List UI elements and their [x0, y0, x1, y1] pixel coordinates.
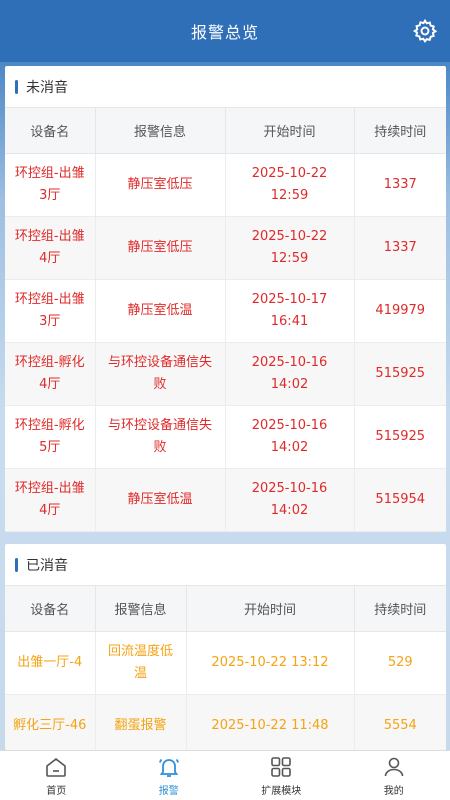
section-header: 未消音 [5, 66, 446, 108]
cell-start: 2025-10-22 13:12 [186, 631, 355, 695]
cell-start: 2025-10-16 14:02 [225, 468, 355, 532]
cell-start: 2025-10-17 16:41 [225, 279, 355, 343]
table-row[interactable]: 环控组-出雏3厅 静压室低压 2025-10-22 12:59 1337 [5, 153, 446, 217]
silenced-alarm-table: 设备名 报警信息 开始时间 持续时间 出雏一厅-4 回流温度低温 2025-10… [5, 586, 446, 750]
cell-info: 静压室低压 [95, 216, 226, 280]
cell-duration: 419979 [354, 279, 446, 343]
column-header-start: 开始时间 [225, 108, 355, 154]
silenced-alarm-card: 已消音 设备名 报警信息 开始时间 持续时间 出雏一厅-4 回流温度低温 202… [5, 544, 446, 750]
table-row[interactable]: 环控组-孵化4厅 与环控设备通信失败 2025-10-16 14:02 5159… [5, 342, 446, 406]
home-icon [46, 757, 67, 777]
unsilenced-alarm-table: 设备名 报警信息 开始时间 持续时间 环控组-出雏3厅 静压室低压 2025-1… [5, 108, 446, 532]
cell-start: 2025-10-22 11:48 [186, 694, 355, 750]
cell-duration: 515954 [354, 468, 446, 532]
table-row[interactable]: 出雏一厅-4 回流温度低温 2025-10-22 13:12 529 [5, 631, 446, 695]
column-header-duration: 持续时间 [354, 586, 446, 632]
cell-device: 环控组-孵化4厅 [5, 342, 96, 406]
cell-info: 静压室低温 [95, 279, 226, 343]
section-title: 已消音 [26, 557, 68, 574]
bottom-tab-bar: 首页 报警 扩展模块 我的 [0, 750, 450, 800]
gear-icon[interactable] [412, 18, 438, 44]
bell-icon [158, 758, 179, 777]
table-row[interactable]: 环控组-出雏4厅 静压室低压 2025-10-22 12:59 1337 [5, 216, 446, 280]
cell-duration: 529 [354, 631, 446, 695]
column-header-start: 开始时间 [186, 586, 355, 632]
cell-info: 回流温度低温 [95, 631, 187, 695]
cell-start: 2025-10-22 12:59 [225, 153, 355, 217]
section-marker [15, 557, 18, 572]
cell-duration: 515925 [354, 342, 446, 406]
cell-duration: 1337 [354, 153, 446, 217]
table-row[interactable]: 环控组-孵化5厅 与环控设备通信失败 2025-10-16 14:02 5159… [5, 405, 446, 469]
cell-info: 与环控设备通信失败 [95, 405, 226, 469]
cell-start: 2025-10-16 14:02 [225, 405, 355, 469]
cell-device: 环控组-出雏4厅 [5, 216, 96, 280]
cell-device: 孵化三厅-46 [5, 694, 96, 750]
tab-label: 扩展模块 [261, 785, 302, 797]
grid-icon [271, 756, 292, 777]
cell-device: 环控组-出雏4厅 [5, 468, 96, 532]
tab-label: 首页 [46, 785, 67, 797]
column-header-device: 设备名 [5, 586, 96, 632]
tab-label: 报警 [158, 785, 179, 797]
section-header: 已消音 [5, 544, 446, 586]
cell-device: 环控组-孵化5厅 [5, 405, 96, 469]
section-marker [15, 79, 18, 94]
column-header-info: 报警信息 [95, 108, 226, 154]
table-row[interactable]: 环控组-出雏4厅 静压室低温 2025-10-16 14:02 515954 [5, 468, 446, 532]
cell-duration: 515925 [354, 405, 446, 469]
cell-duration: 1337 [354, 216, 446, 280]
tab-label: 我的 [383, 785, 404, 797]
user-icon [384, 757, 404, 776]
tab-home[interactable]: 首页 [0, 751, 113, 800]
cell-start: 2025-10-22 12:59 [225, 216, 355, 280]
cell-info: 翻蛋报警 [95, 694, 187, 750]
cell-info: 静压室低温 [95, 468, 226, 532]
page-title: 报警总览 [190, 23, 259, 42]
cell-info: 静压室低压 [95, 153, 226, 217]
cell-device: 环控组-出雏3厅 [5, 153, 96, 217]
column-header-info: 报警信息 [95, 586, 187, 632]
cell-start: 2025-10-16 14:02 [225, 342, 355, 406]
section-title: 未消音 [26, 79, 68, 96]
column-header-device: 设备名 [5, 108, 96, 154]
cell-info: 与环控设备通信失败 [95, 342, 226, 406]
unsilenced-alarm-card: 未消音 设备名 报警信息 开始时间 持续时间 环控组-出雏3厅 静压室低压 20… [5, 66, 446, 532]
tab-extensions[interactable]: 扩展模块 [225, 751, 338, 800]
app-header: 报警总览 [0, 0, 450, 62]
cell-device: 出雏一厅-4 [5, 631, 96, 695]
table-row[interactable]: 孵化三厅-46 翻蛋报警 2025-10-22 11:48 5554 [5, 694, 446, 750]
cell-device: 环控组-出雏3厅 [5, 279, 96, 343]
table-row[interactable]: 环控组-出雏3厅 静压室低温 2025-10-17 16:41 419979 [5, 279, 446, 343]
tab-profile[interactable]: 我的 [338, 751, 450, 800]
cell-duration: 5554 [354, 694, 446, 750]
tab-alarm[interactable]: 报警 [113, 751, 226, 800]
column-header-duration: 持续时间 [354, 108, 446, 154]
